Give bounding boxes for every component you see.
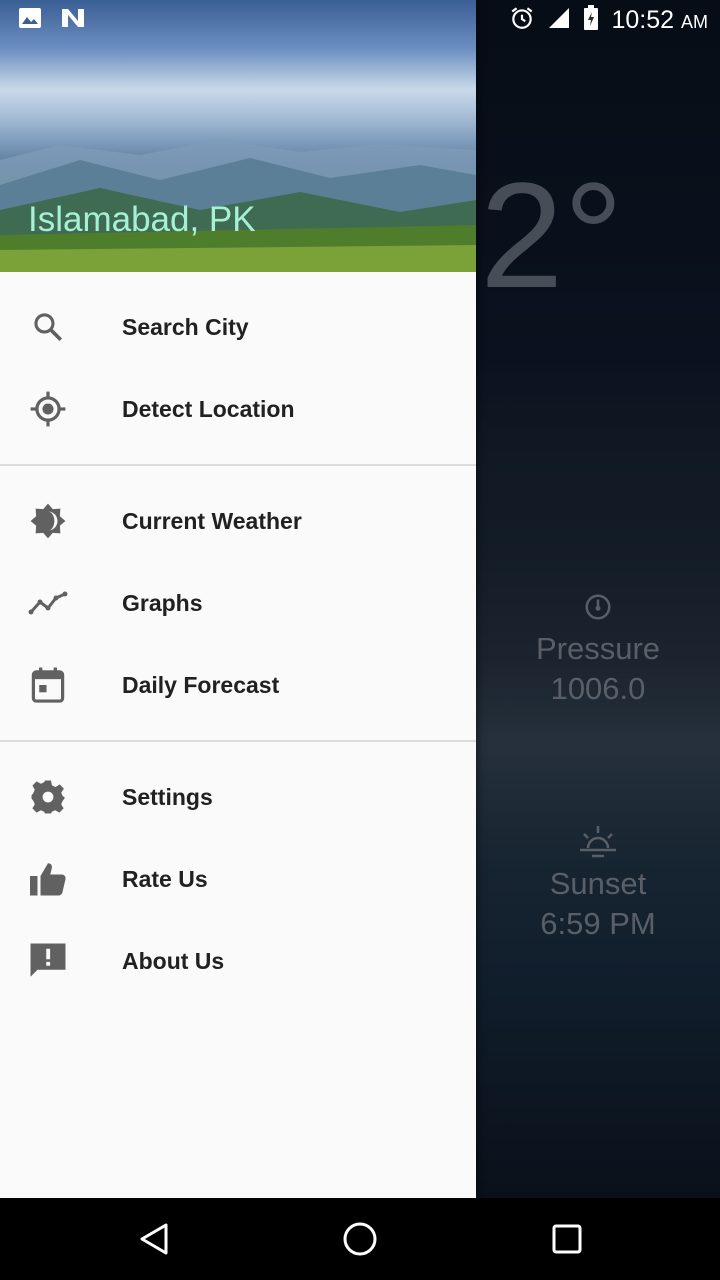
home-button[interactable] [339, 1218, 381, 1260]
menu-item-label: Current Weather [122, 507, 302, 534]
gear-icon [26, 775, 70, 819]
menu-item-current-weather[interactable]: Current Weather [0, 480, 476, 562]
menu-item-about-us[interactable]: About Us [0, 920, 476, 1002]
battery-icon [583, 5, 599, 36]
status-bar: 10:52 AM [0, 0, 720, 41]
back-button[interactable] [133, 1218, 175, 1260]
recents-icon [552, 1224, 582, 1254]
menu-item-label: Graphs [122, 589, 203, 616]
menu-item-label: About Us [122, 947, 225, 974]
n-app-icon [60, 7, 86, 34]
menu-item-detect-location[interactable]: Detect Location [0, 368, 476, 450]
menu-item-label: Daily Forecast [122, 671, 280, 698]
menu-section-location: Search City Detect Location [0, 272, 476, 450]
calendar-icon [26, 663, 70, 707]
clock-ampm: AM [681, 12, 708, 32]
clock: 10:52 AM [611, 6, 708, 35]
image-icon [18, 7, 42, 34]
recents-button[interactable] [546, 1218, 588, 1260]
alarm-icon [509, 5, 535, 36]
gps-icon [26, 387, 70, 431]
menu-item-settings[interactable]: Settings [0, 756, 476, 838]
menu-item-label: Detect Location [122, 395, 295, 422]
menu-item-label: Search City [122, 313, 249, 340]
menu-item-label: Rate Us [122, 865, 208, 892]
menu-item-label: Settings [122, 783, 213, 810]
feedback-icon [26, 939, 70, 983]
menu-section-views: Current Weather Graphs Daily Forecast [0, 466, 476, 726]
signal-icon [547, 6, 571, 35]
menu-section-app: Settings Rate Us About Us [0, 742, 476, 1002]
home-icon [343, 1222, 377, 1256]
clock-time: 10:52 [611, 6, 675, 34]
back-icon [140, 1223, 168, 1255]
drawer-city-name: Islamabad, PK [28, 200, 256, 239]
menu-item-rate-us[interactable]: Rate Us [0, 838, 476, 920]
brightness-icon [26, 499, 70, 543]
menu-item-daily-forecast[interactable]: Daily Forecast [0, 644, 476, 726]
navigation-drawer: Islamabad, PK Search City Detect Locatio… [0, 0, 476, 1198]
menu-item-graphs[interactable]: Graphs [0, 562, 476, 644]
system-navigation-bar [0, 1198, 720, 1280]
thumbs-up-icon [26, 857, 70, 901]
graph-icon [26, 581, 70, 625]
search-icon [26, 305, 70, 349]
menu-item-search-city[interactable]: Search City [0, 286, 476, 368]
